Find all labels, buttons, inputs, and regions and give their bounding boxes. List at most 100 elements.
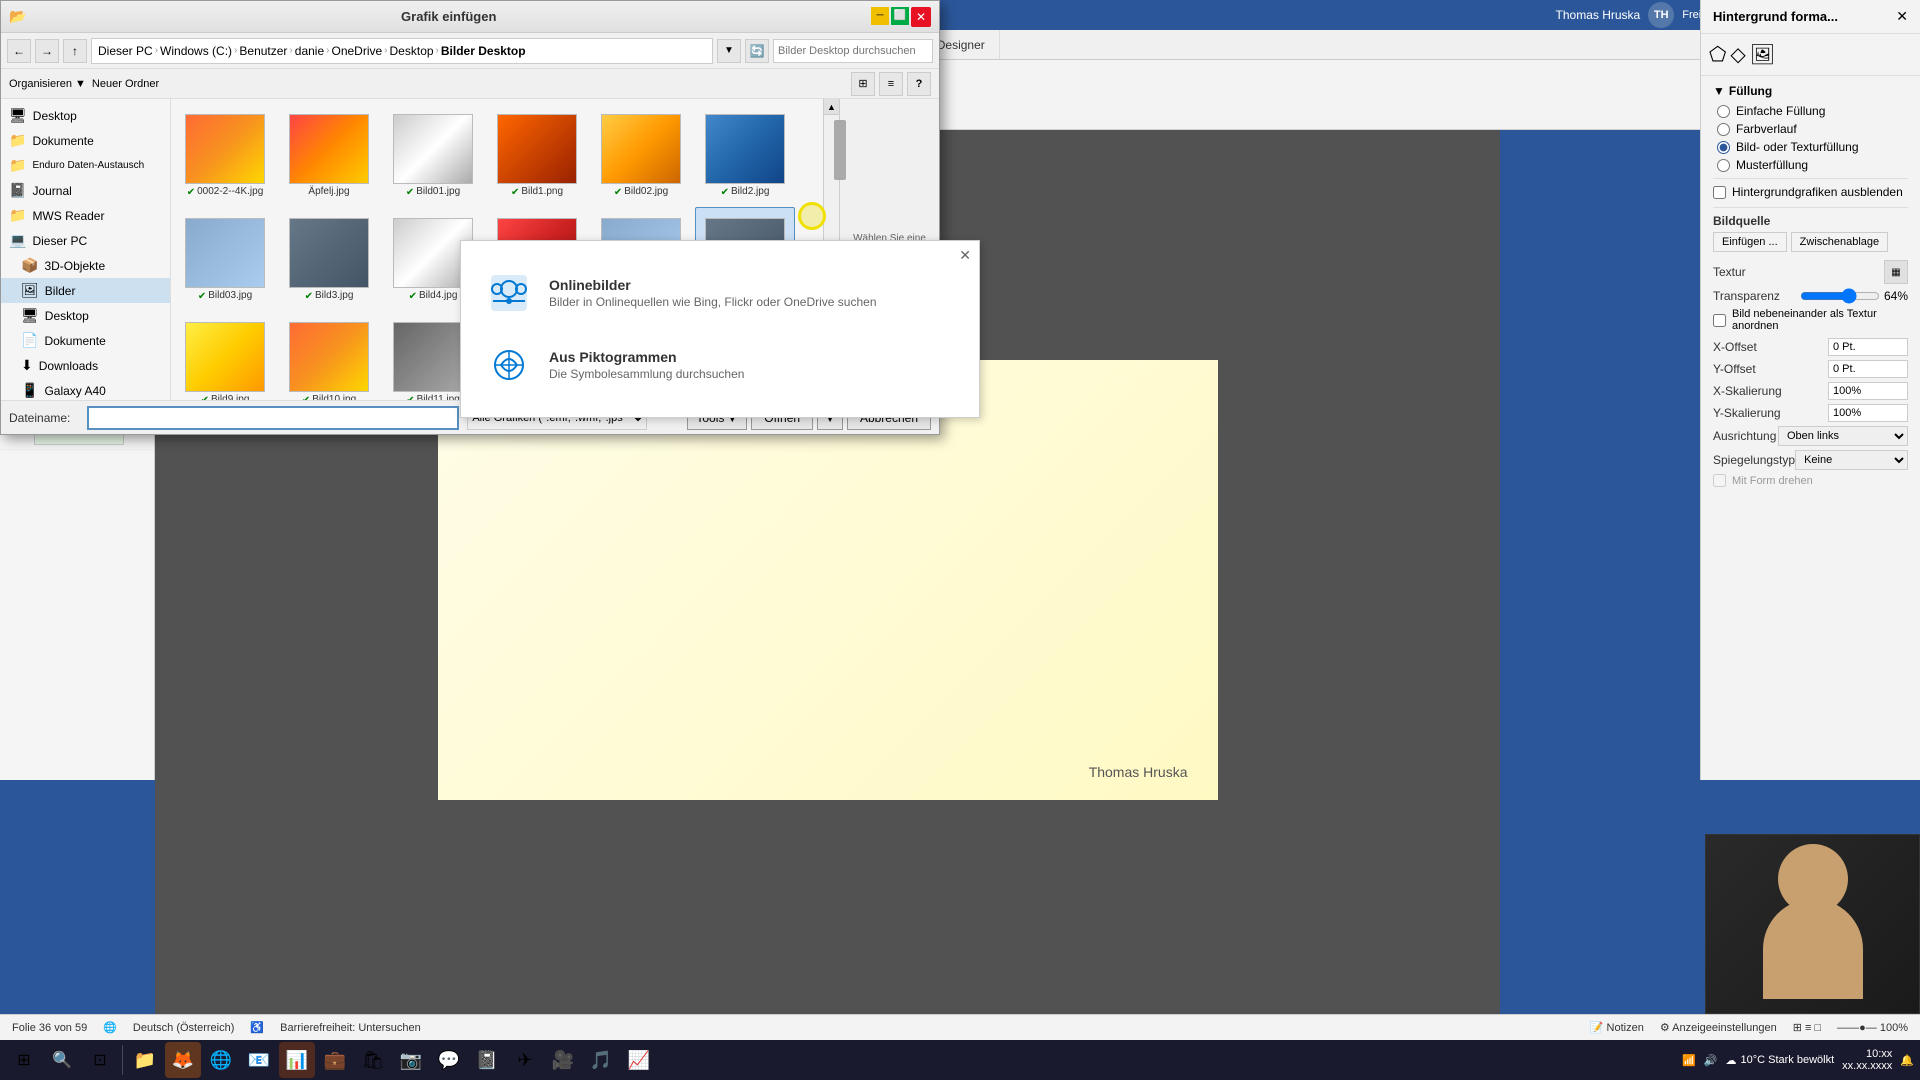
photos-btn[interactable]: 📷	[393, 1042, 429, 1078]
accessibility-text[interactable]: Barrierefreiheit: Untersuchen	[280, 1022, 421, 1034]
nav-back[interactable]: ←	[7, 39, 31, 63]
display-settings-btn[interactable]: ⚙ Anzeigeeinstellungen	[1660, 1021, 1777, 1034]
file-item-5[interactable]: ✔ Bild02.jpg	[591, 103, 691, 203]
dialog-close[interactable]: ✕	[911, 7, 931, 27]
file-item-6[interactable]: ✔ Bild2.jpg	[695, 103, 795, 203]
mit-form-checkbox[interactable]: Mit Form drehen	[1713, 474, 1908, 487]
hide-bg-checkbox[interactable]: Hintergrundgrafiken ausblenden	[1713, 185, 1908, 199]
yoffset-input[interactable]	[1828, 360, 1908, 378]
sidebar-bilder[interactable]: 🖼 Bilder	[1, 278, 170, 303]
sidebar-dokumente[interactable]: 📁 Dokumente	[1, 128, 170, 153]
filename-7: Bild03.jpg	[208, 290, 252, 302]
desktop-icon: 🖥	[9, 107, 27, 124]
language-indicator[interactable]: 🌐	[103, 1021, 117, 1034]
skype-btn[interactable]: 💬	[431, 1042, 467, 1078]
file-explorer-btn[interactable]: 📁	[127, 1042, 163, 1078]
sidebar-mws[interactable]: 📁 MWS Reader	[1, 203, 170, 228]
breadcrumb[interactable]: Dieser PC › Windows (C:) › Benutzer › da…	[91, 38, 713, 64]
dialog-title: Grafik einfügen	[401, 9, 496, 24]
file-item-3[interactable]: ✔ Bild01.jpg	[383, 103, 483, 203]
chrome-btn[interactable]: 🌐	[203, 1042, 239, 1078]
store-btn[interactable]: 🛍	[355, 1042, 391, 1078]
file-item-4[interactable]: ✔ Bild1.png	[487, 103, 587, 203]
view-sort[interactable]: ≡	[879, 72, 903, 96]
zwischenablage-btn[interactable]: Zwischenablage	[1791, 232, 1889, 252]
help-btn[interactable]: ?	[907, 72, 931, 96]
outlook-btn[interactable]: 📧	[241, 1042, 277, 1078]
new-folder-btn[interactable]: Neuer Ordner	[92, 78, 159, 90]
zoom-btn[interactable]: 🎥	[545, 1042, 581, 1078]
xoffset-input[interactable]	[1828, 338, 1908, 356]
dialog-maximize[interactable]: ⬜	[891, 7, 909, 25]
file-item-7[interactable]: ✔ Bild03.jpg	[175, 207, 275, 307]
from-icons-option[interactable]: Aus Piktogrammen Die Symbolesammlung dur…	[477, 329, 963, 401]
start-button[interactable]: ⊞	[6, 1042, 42, 1078]
bild-nebeneinander[interactable]: Bild nebeneinander als Textur anordnen	[1713, 308, 1908, 332]
telegram-btn[interactable]: ✈	[507, 1042, 543, 1078]
filename-label: Dateiname:	[9, 411, 79, 425]
sidebar-3d[interactable]: 📦 3D-Objekte	[1, 253, 170, 278]
vscroll-thumb[interactable]	[834, 120, 846, 180]
sidebar-galaxy[interactable]: 📱 Galaxy A40	[1, 378, 170, 400]
file-item-1[interactable]: ✔ 0002-2--4K.jpg	[175, 103, 275, 203]
notes-btn[interactable]: 📝 Notizen	[1590, 1021, 1644, 1034]
file-item-13[interactable]: ✔ Bild9.jpg	[175, 311, 275, 400]
search-taskbar[interactable]: 🔍	[44, 1042, 80, 1078]
radio-pattern[interactable]: Musterfüllung	[1717, 158, 1908, 172]
filename-input[interactable]	[87, 406, 459, 430]
task-view[interactable]: ⊡	[82, 1042, 118, 1078]
onenote-btn[interactable]: 📓	[469, 1042, 505, 1078]
dialog-minimize[interactable]: ─	[871, 7, 889, 25]
radio-gradient[interactable]: Farbverlauf	[1717, 122, 1908, 136]
insert-options-close[interactable]: ✕	[959, 247, 971, 264]
fullung-section: ▼ Füllung Einfache Füllung Farbverlauf B…	[1701, 76, 1920, 495]
sidebar-desktop2[interactable]: 🖥 Desktop	[1, 303, 170, 328]
sidebar-dokumente2[interactable]: 📄 Dokumente	[1, 328, 170, 353]
avatar[interactable]: TH	[1648, 2, 1674, 28]
yskal-input[interactable]	[1828, 404, 1908, 422]
sidebar-dieser-pc[interactable]: 💻 Dieser PC	[1, 228, 170, 253]
radio-picture[interactable]: Bild- oder Texturfüllung	[1717, 140, 1908, 154]
sidebar-enduro[interactable]: 📁 Enduro Daten-Austausch	[1, 153, 170, 178]
firefox-btn[interactable]: 🦊	[165, 1042, 201, 1078]
taskbar-sound[interactable]: 🔊	[1704, 1054, 1718, 1067]
radio-simple[interactable]: Einfache Füllung	[1717, 104, 1908, 118]
file-item-14[interactable]: ✔ Bild10.jpg	[279, 311, 379, 400]
nav-dropdown[interactable]: ▼	[717, 39, 741, 63]
diamond-icon[interactable]: ◇	[1730, 42, 1745, 67]
vscroll-up[interactable]: ▲	[824, 99, 840, 115]
search-input[interactable]	[773, 39, 933, 63]
textur-picker[interactable]: ▦	[1884, 260, 1908, 284]
filename-8: Bild3.jpg	[315, 290, 353, 302]
einfuegen-btn[interactable]: Einfügen ...	[1713, 232, 1787, 252]
expand-icon[interactable]: ▼	[1713, 84, 1725, 98]
online-images-option[interactable]: Onlinebilder Bilder in Onlinequellen wie…	[477, 257, 963, 329]
taskbar-clock[interactable]: 10:xx xx.xx.xxxx	[1842, 1048, 1892, 1072]
right-panel-close[interactable]: ✕	[1896, 8, 1908, 25]
organize-btn[interactable]: Organisieren ▼	[9, 78, 86, 90]
view-icon[interactable]: ⊞	[851, 72, 875, 96]
taskbar-network[interactable]: 📶	[1682, 1054, 1696, 1067]
sidebar-downloads[interactable]: ⬇ Downloads	[1, 353, 170, 378]
sidebar-desktop[interactable]: 🖥 Desktop	[1, 103, 170, 128]
image-icon[interactable]: 🖼	[1750, 42, 1775, 67]
nav-up[interactable]: ↑	[63, 39, 87, 63]
transparenz-slider[interactable]	[1800, 288, 1880, 304]
excel-btn[interactable]: 📈	[621, 1042, 657, 1078]
filename-15: Bild11.jpg	[417, 394, 460, 400]
powerpoint-btn[interactable]: 📊	[279, 1042, 315, 1078]
spotify-btn[interactable]: 🎵	[583, 1042, 619, 1078]
pentagon-icon[interactable]: ⬠	[1709, 42, 1726, 67]
xskal-input[interactable]	[1828, 382, 1908, 400]
teams-btn[interactable]: 💼	[317, 1042, 353, 1078]
divider1	[1713, 178, 1908, 179]
nav-forward[interactable]: →	[35, 39, 59, 63]
spiegelung-select[interactable]: Keine Horizontal Vertikal	[1795, 450, 1908, 470]
file-item-2[interactable]: Äpfelj.jpg	[279, 103, 379, 203]
sidebar-journal[interactable]: 📓 Journal	[1, 178, 170, 203]
nav-refresh[interactable]: 🔄	[745, 39, 769, 63]
file-item-8[interactable]: ✔ Bild3.jpg	[279, 207, 379, 307]
zoom-slider[interactable]: ——●— 100%	[1837, 1022, 1908, 1034]
notification-btn[interactable]: 🔔	[1900, 1054, 1914, 1067]
ausrichtung-select[interactable]: Oben links Oben Mitte Oben rechts	[1778, 426, 1908, 446]
